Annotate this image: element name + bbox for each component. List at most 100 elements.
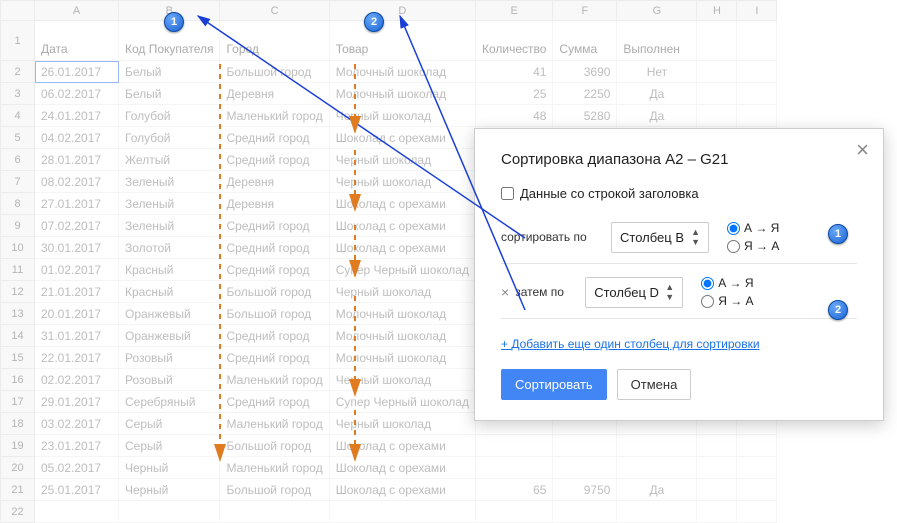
- cell[interactable]: 27.01.2017: [35, 193, 119, 215]
- cell[interactable]: [553, 457, 617, 479]
- cell[interactable]: Средний город: [220, 347, 329, 369]
- cell[interactable]: [617, 501, 697, 523]
- header-cell[interactable]: Выполнен: [617, 21, 697, 61]
- cell[interactable]: Большой город: [220, 435, 329, 457]
- cell[interactable]: Шоколад с орехами: [329, 215, 475, 237]
- cell[interactable]: [737, 501, 777, 523]
- cell[interactable]: [119, 501, 220, 523]
- cell[interactable]: Черный: [119, 457, 220, 479]
- header-row-checkbox[interactable]: [501, 187, 514, 200]
- cell[interactable]: Молочный шоколад: [329, 325, 475, 347]
- cell[interactable]: 25: [475, 83, 552, 105]
- row-header[interactable]: 13: [1, 303, 35, 325]
- cell[interactable]: Молочный шоколад: [329, 303, 475, 325]
- cell[interactable]: 05.02.2017: [35, 457, 119, 479]
- cell[interactable]: Маленький город: [220, 457, 329, 479]
- cell[interactable]: 06.02.2017: [35, 83, 119, 105]
- cell[interactable]: 01.02.2017: [35, 259, 119, 281]
- cell[interactable]: Молочный шоколад: [329, 347, 475, 369]
- cell[interactable]: Большой город: [220, 281, 329, 303]
- cell[interactable]: [475, 435, 552, 457]
- column-header[interactable]: E: [475, 1, 552, 21]
- row-header[interactable]: 6: [1, 149, 35, 171]
- row-header[interactable]: 12: [1, 281, 35, 303]
- column-header[interactable]: A: [35, 1, 119, 21]
- row-header[interactable]: 1: [1, 21, 35, 61]
- cell[interactable]: Маленький город: [220, 369, 329, 391]
- row-header[interactable]: 20: [1, 457, 35, 479]
- column-header[interactable]: D: [329, 1, 475, 21]
- cell[interactable]: Красный: [119, 281, 220, 303]
- sort-desc-radio-2[interactable]: Я → А: [701, 294, 753, 308]
- cell[interactable]: [697, 457, 737, 479]
- cell[interactable]: [737, 457, 777, 479]
- row-header[interactable]: 22: [1, 501, 35, 523]
- cell[interactable]: Шоколад с орехами: [329, 479, 475, 501]
- cell[interactable]: 48: [475, 105, 552, 127]
- cell[interactable]: Розовый: [119, 369, 220, 391]
- sort-asc-radio-1[interactable]: А → Я: [727, 221, 779, 235]
- cell[interactable]: 5280: [553, 105, 617, 127]
- cell[interactable]: Розовый: [119, 347, 220, 369]
- cell[interactable]: Деревня: [220, 193, 329, 215]
- cell[interactable]: Черный шоколад: [329, 369, 475, 391]
- cell[interactable]: Шоколад с орехами: [329, 193, 475, 215]
- cell[interactable]: Серый: [119, 413, 220, 435]
- header-cell[interactable]: Товар: [329, 21, 475, 61]
- row-header[interactable]: 15: [1, 347, 35, 369]
- cell[interactable]: [329, 501, 475, 523]
- cell[interactable]: 21.01.2017: [35, 281, 119, 303]
- cancel-button[interactable]: Отмена: [617, 369, 692, 400]
- cell[interactable]: 3690: [553, 61, 617, 83]
- sort-button[interactable]: Сортировать: [501, 369, 607, 400]
- cell[interactable]: 26.01.2017: [35, 61, 119, 83]
- cell[interactable]: Шоколад с орехами: [329, 457, 475, 479]
- cell[interactable]: [553, 435, 617, 457]
- cell[interactable]: 65: [475, 479, 552, 501]
- cell[interactable]: 9750: [553, 479, 617, 501]
- cell[interactable]: [35, 501, 119, 523]
- cell[interactable]: 24.01.2017: [35, 105, 119, 127]
- cell[interactable]: Средний город: [220, 127, 329, 149]
- row-header[interactable]: 2: [1, 61, 35, 83]
- cell[interactable]: Да: [617, 105, 697, 127]
- cell[interactable]: Молочный шоколад: [329, 83, 475, 105]
- cell[interactable]: Средний город: [220, 391, 329, 413]
- row-header[interactable]: 21: [1, 479, 35, 501]
- cell[interactable]: [737, 83, 777, 105]
- cell[interactable]: Маленький город: [220, 105, 329, 127]
- cell[interactable]: Средний город: [220, 215, 329, 237]
- cell[interactable]: 28.01.2017: [35, 149, 119, 171]
- cell[interactable]: Супер Черный шоколад: [329, 391, 475, 413]
- cell[interactable]: 03.02.2017: [35, 413, 119, 435]
- sort-desc-radio-1[interactable]: Я → А: [727, 239, 779, 253]
- cell[interactable]: [737, 479, 777, 501]
- cell[interactable]: Средний город: [220, 259, 329, 281]
- remove-sort-icon[interactable]: ×: [501, 284, 509, 300]
- cell[interactable]: Молочный шоколад: [329, 61, 475, 83]
- cell[interactable]: [617, 457, 697, 479]
- cell[interactable]: Зеленый: [119, 215, 220, 237]
- cell[interactable]: 41: [475, 61, 552, 83]
- cell[interactable]: Черный шоколад: [329, 105, 475, 127]
- header-cell[interactable]: Количество: [475, 21, 552, 61]
- cell[interactable]: [617, 435, 697, 457]
- sort-asc-radio-2[interactable]: А → Я: [701, 276, 753, 290]
- cell[interactable]: Голубой: [119, 105, 220, 127]
- cell[interactable]: Шоколад с орехами: [329, 435, 475, 457]
- cell[interactable]: 30.01.2017: [35, 237, 119, 259]
- cell[interactable]: 02.02.2017: [35, 369, 119, 391]
- cell[interactable]: [737, 435, 777, 457]
- column-header[interactable]: G: [617, 1, 697, 21]
- cell[interactable]: [737, 105, 777, 127]
- cell[interactable]: Желтый: [119, 149, 220, 171]
- cell[interactable]: Оранжевый: [119, 303, 220, 325]
- cell[interactable]: Серый: [119, 435, 220, 457]
- cell[interactable]: [697, 61, 737, 83]
- cell[interactable]: 31.01.2017: [35, 325, 119, 347]
- cell[interactable]: Деревня: [220, 83, 329, 105]
- cell[interactable]: 25.01.2017: [35, 479, 119, 501]
- cell[interactable]: Черный шоколад: [329, 149, 475, 171]
- cell[interactable]: [553, 501, 617, 523]
- sort-column-select-1[interactable]: Столбец B ▲▼: [611, 222, 709, 253]
